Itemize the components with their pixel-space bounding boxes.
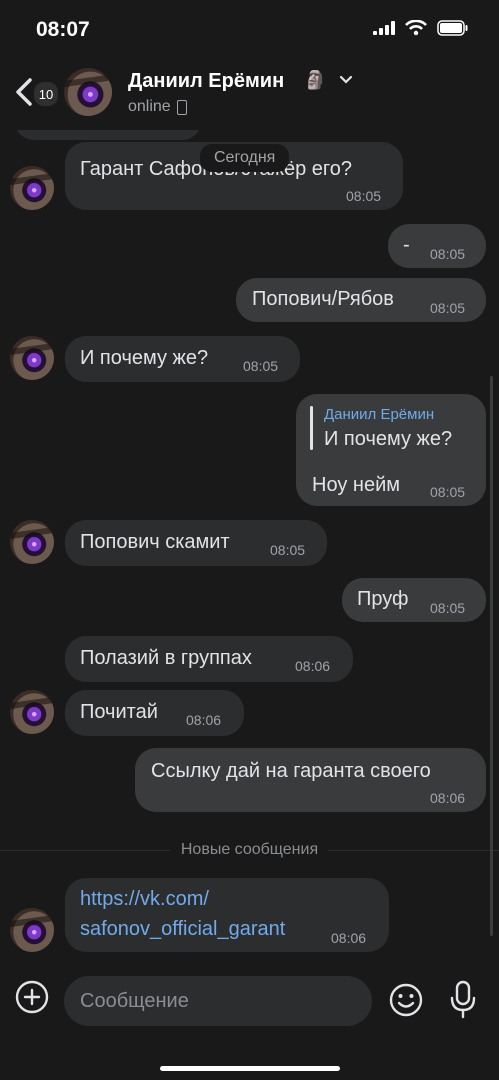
chat-header: 10 Даниил Ерёмин 🗿 online — [0, 58, 499, 130]
message-text: Попович скамит — [80, 531, 230, 553]
chevron-down-icon[interactable] — [338, 72, 354, 88]
sender-avatar[interactable] — [10, 520, 54, 564]
message-bubble[interactable]: И почему же? 08:05 — [65, 336, 300, 382]
message-text: Ноу нейм — [312, 474, 400, 496]
message-input[interactable] — [64, 976, 372, 1026]
status-time: 08:07 — [36, 18, 90, 41]
message-text: Полазий в группах — [80, 647, 252, 669]
message-text: Попович/Рябов — [252, 288, 394, 310]
signal-icon — [373, 21, 395, 35]
message-bubble[interactable]: Почитай 08:06 — [65, 690, 244, 736]
status-text: online — [128, 98, 171, 115]
status-icons — [373, 20, 469, 36]
message-time: 08:05 — [346, 188, 382, 204]
message-list[interactable]: Гарант Сафонов/стажёр его? 08:05 Сегодня… — [0, 130, 499, 960]
unread-badge: 10 — [32, 80, 60, 108]
battery-icon — [437, 20, 468, 36]
microphone-icon[interactable] — [448, 980, 478, 1020]
home-indicator[interactable] — [160, 1066, 340, 1071]
wifi-icon — [405, 20, 427, 36]
message-bubble[interactable]: https://vk.com/ safonov_official_garant … — [65, 878, 389, 952]
message-time: 08:06 — [430, 790, 466, 806]
message-text: Ссылку дай на гаранта своего — [151, 760, 431, 782]
message-bubble[interactable]: Попович скамит 08:05 — [65, 520, 327, 566]
message-bubble[interactable]: Пруф 08:05 — [342, 578, 486, 622]
message-text: Почитай — [80, 701, 158, 723]
message-time: 08:05 — [430, 484, 466, 500]
back-button[interactable]: 10 — [10, 70, 60, 114]
status-bar: 08:07 — [0, 0, 499, 58]
reply-author[interactable]: Даниил Ерёмин — [324, 406, 434, 423]
contact-status: online — [128, 98, 187, 116]
message-bubble[interactable]: Ссылку дай на гаранта своего 08:06 — [135, 748, 486, 812]
moai-emoji-icon: 🗿 — [304, 70, 327, 90]
message-composer — [0, 960, 499, 1080]
message-time: 08:05 — [430, 246, 466, 262]
message-time: 08:06 — [186, 712, 222, 728]
message-time: 08:05 — [270, 542, 306, 558]
message-text: Пруф — [357, 588, 409, 610]
emoji-smile-icon[interactable] — [388, 982, 424, 1018]
message-text: - — [403, 234, 410, 256]
sender-avatar[interactable] — [10, 908, 54, 952]
sender-avatar[interactable] — [10, 336, 54, 380]
message-time: 08:06 — [295, 658, 331, 674]
reply-message-bubble[interactable]: Даниил Ерёмин И почему же? Ноу нейм 08:0… — [296, 394, 486, 506]
sender-avatar[interactable] — [10, 690, 54, 734]
message-time: 08:05 — [243, 358, 279, 374]
attach-plus-icon[interactable] — [15, 980, 49, 1014]
message-time: 08:06 — [331, 930, 367, 946]
message-time: 08:05 — [430, 600, 466, 616]
message-link[interactable]: https://vk.com/ — [80, 888, 209, 911]
reply-quote-bar — [310, 406, 313, 450]
contact-avatar[interactable] — [64, 68, 112, 116]
message-bubble-partial — [14, 130, 202, 140]
message-text: И почему же? — [80, 347, 209, 369]
new-messages-label: Новые сообщения — [170, 841, 329, 858]
contact-name[interactable]: Даниил Ерёмин — [128, 70, 284, 93]
scrollbar[interactable] — [490, 376, 493, 936]
mobile-device-icon — [176, 99, 187, 115]
message-link-continued[interactable]: safonov_official_garant — [80, 918, 285, 941]
message-bubble[interactable]: Попович/Рябов 08:05 — [236, 278, 486, 322]
new-messages-divider: Новые сообщения — [0, 838, 499, 862]
date-separator: Сегодня — [200, 144, 290, 172]
message-time: 08:05 — [430, 300, 466, 316]
message-bubble[interactable]: - 08:05 — [388, 224, 486, 268]
reply-quoted-text: И почему же? — [324, 428, 453, 450]
sender-avatar[interactable] — [10, 166, 54, 210]
message-bubble[interactable]: Полазий в группах 08:06 — [65, 636, 353, 682]
